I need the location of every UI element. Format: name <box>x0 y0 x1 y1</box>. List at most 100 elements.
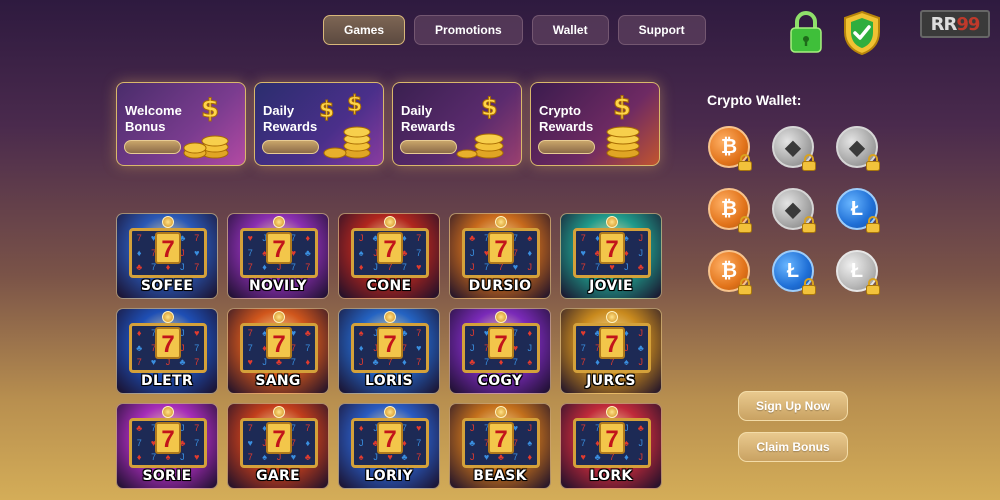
lucky-seven-icon: 7 <box>266 232 292 264</box>
game-title: LORK <box>589 468 633 484</box>
lock-icon <box>866 154 880 171</box>
game-tile[interactable]: ♦7♠J♥♣7♦J77♥J♣77DLETR <box>116 308 218 394</box>
coin-stack-icon: $ <box>183 94 229 159</box>
promo-button[interactable] <box>400 140 457 154</box>
lucky-seven-icon: 7 <box>599 422 625 454</box>
nav-games[interactable]: Games <box>323 15 406 45</box>
lock-icon <box>738 278 752 295</box>
lucky-seven-icon: 7 <box>488 327 514 359</box>
game-tile[interactable]: ♥♣7♦J77♥J♣7♦7♠J7JURCS <box>560 308 662 394</box>
bitcoin-icon[interactable]: ₿ <box>708 250 752 295</box>
litecoin-icon[interactable]: Ł <box>836 188 880 233</box>
lucky-seven-icon: 7 <box>155 327 181 359</box>
gem-icon <box>384 216 396 228</box>
svg-text:$: $ <box>201 94 219 124</box>
promo-welcome-bonus[interactable]: Welcome Bonus $ <box>116 82 246 166</box>
promo-banners: Welcome Bonus $ Daily Rewards $ $ Daily … <box>116 82 660 166</box>
brand-logo[interactable]: RR 99 <box>920 10 990 38</box>
gem-icon <box>495 216 507 228</box>
game-tile[interactable]: 7♥J♣7♦7♠J♥♣7♦J77SOFEE <box>116 213 218 299</box>
lucky-seven-icon: 7 <box>599 232 625 264</box>
game-title: SANG <box>255 373 301 389</box>
game-tile[interactable]: ♠J♥♣7♦J77♥J♣7♦77LORIS <box>338 308 440 394</box>
coin-symbol: ₿ <box>720 259 738 282</box>
game-tile[interactable]: ♦J77♥J♣7♦7♠J♥♣77LORIY <box>338 403 440 489</box>
promo-button[interactable] <box>262 140 319 154</box>
gem-icon <box>162 216 174 228</box>
ethereum-icon[interactable]: ◆ <box>836 126 880 171</box>
gem-icon <box>273 406 285 418</box>
game-tile[interactable]: J♣7♦7♠J♥♣7♦J77♥7CONE <box>338 213 440 299</box>
promo-daily-rewards[interactable]: Daily Rewards $ $ <box>254 82 384 166</box>
gem-icon <box>495 311 507 323</box>
game-tile[interactable]: J77♥J♣7♦7♠J♥♣7♦7BEASK <box>449 403 551 489</box>
promo-button[interactable] <box>124 140 181 154</box>
lucky-seven-icon: 7 <box>266 422 292 454</box>
lock-icon <box>802 278 816 295</box>
top-nav: Games Promotions Wallet Support <box>323 15 706 45</box>
game-title: SORIE <box>142 468 192 484</box>
gem-icon <box>606 311 618 323</box>
nav-wallet[interactable]: Wallet <box>531 15 609 45</box>
game-tile[interactable]: J♥♣7♦J77♥J♣7♦7♠7COGY <box>449 308 551 394</box>
gem-icon <box>273 216 285 228</box>
promo-crypto-rewards[interactable]: Crypto Rewards $ <box>530 82 660 166</box>
gem-icon <box>273 311 285 323</box>
promo-button[interactable] <box>538 140 595 154</box>
game-title: GARE <box>256 468 300 484</box>
coin-stack-icon: $ <box>606 92 640 159</box>
litecoin-icon[interactable]: Ł <box>836 250 880 295</box>
nav-support[interactable]: Support <box>617 15 706 45</box>
game-title: BEASK <box>473 468 527 484</box>
svg-text:$: $ <box>347 92 362 117</box>
game-title: LORIS <box>365 373 413 389</box>
coin-symbol: ◆ <box>785 136 801 159</box>
lucky-seven-icon: 7 <box>155 232 181 264</box>
gem-icon <box>384 406 396 418</box>
game-title: SOFEE <box>140 278 194 294</box>
bitcoin-icon[interactable]: ₿ <box>708 188 752 233</box>
coin-stack-icon: $ $ <box>319 92 371 159</box>
game-tile[interactable]: ♣7♦J77♥J♣7♦7♠J♥7SORIE <box>116 403 218 489</box>
coin-symbol: ◆ <box>785 198 801 221</box>
ethereum-icon[interactable]: ◆ <box>772 188 816 233</box>
lock-icon[interactable] <box>788 11 824 53</box>
lucky-seven-icon: 7 <box>377 327 403 359</box>
promo-daily-rewards-2[interactable]: Daily Rewards $ <box>392 82 522 166</box>
game-tile[interactable]: ♥J♣7♦7♠J♥♣7♦J777NOVILY <box>227 213 329 299</box>
bitcoin-icon[interactable]: ₿ <box>708 126 752 171</box>
coin-symbol: ₿ <box>720 197 738 220</box>
game-tile[interactable]: ♣7♦7♠J♥♣7♦J77♥J7DURSIO <box>449 213 551 299</box>
claim-bonus-button[interactable]: Claim Bonus <box>738 432 848 462</box>
game-title: JURCS <box>586 373 636 389</box>
game-tile[interactable]: 7♦7♠J♥♣7♦J77♥J♣7JOVIE <box>560 213 662 299</box>
lucky-seven-icon: 7 <box>599 327 625 359</box>
litecoin-icon[interactable]: Ł <box>772 250 816 295</box>
lucky-seven-icon: 7 <box>377 232 403 264</box>
logo-digits: 99 <box>956 13 980 35</box>
lucky-seven-icon: 7 <box>488 422 514 454</box>
sign-up-button[interactable]: Sign Up Now <box>738 391 848 421</box>
lock-icon <box>802 154 816 171</box>
crypto-coin-grid: ₿ ◆ ◆ ₿ ◆ Ł ₿ Ł Ł <box>708 126 880 295</box>
svg-text:$: $ <box>481 93 498 121</box>
ethereum-icon[interactable]: ◆ <box>772 126 816 171</box>
game-title: NOVILY <box>249 278 307 294</box>
lock-icon <box>738 216 752 233</box>
shield-check-icon[interactable] <box>842 10 882 56</box>
coin-symbol: Ł <box>850 259 864 282</box>
nav-promotions[interactable]: Promotions <box>414 15 523 45</box>
lock-icon <box>866 216 880 233</box>
gem-icon <box>495 406 507 418</box>
game-tile[interactable]: 77♥J♣7♦7♠J♥♣7♦J7LORK <box>560 403 662 489</box>
game-grid: 7♥J♣7♦7♠J♥♣7♦J77SOFEE♥J♣7♦7♠J♥♣7♦J777NOV… <box>116 213 662 489</box>
coin-symbol: ◆ <box>849 136 865 159</box>
game-tile[interactable]: 7♠J♥♣7♦J77♥J♣7♦7SANG <box>227 308 329 394</box>
coin-symbol: ₿ <box>720 135 738 158</box>
gem-icon <box>162 406 174 418</box>
game-tile[interactable]: 7♦J77♥J♣7♦7♠J♥♣7GARE <box>227 403 329 489</box>
lucky-seven-icon: 7 <box>488 232 514 264</box>
svg-text:$: $ <box>613 92 631 122</box>
game-title: DURSIO <box>468 278 532 294</box>
gem-icon <box>606 216 618 228</box>
